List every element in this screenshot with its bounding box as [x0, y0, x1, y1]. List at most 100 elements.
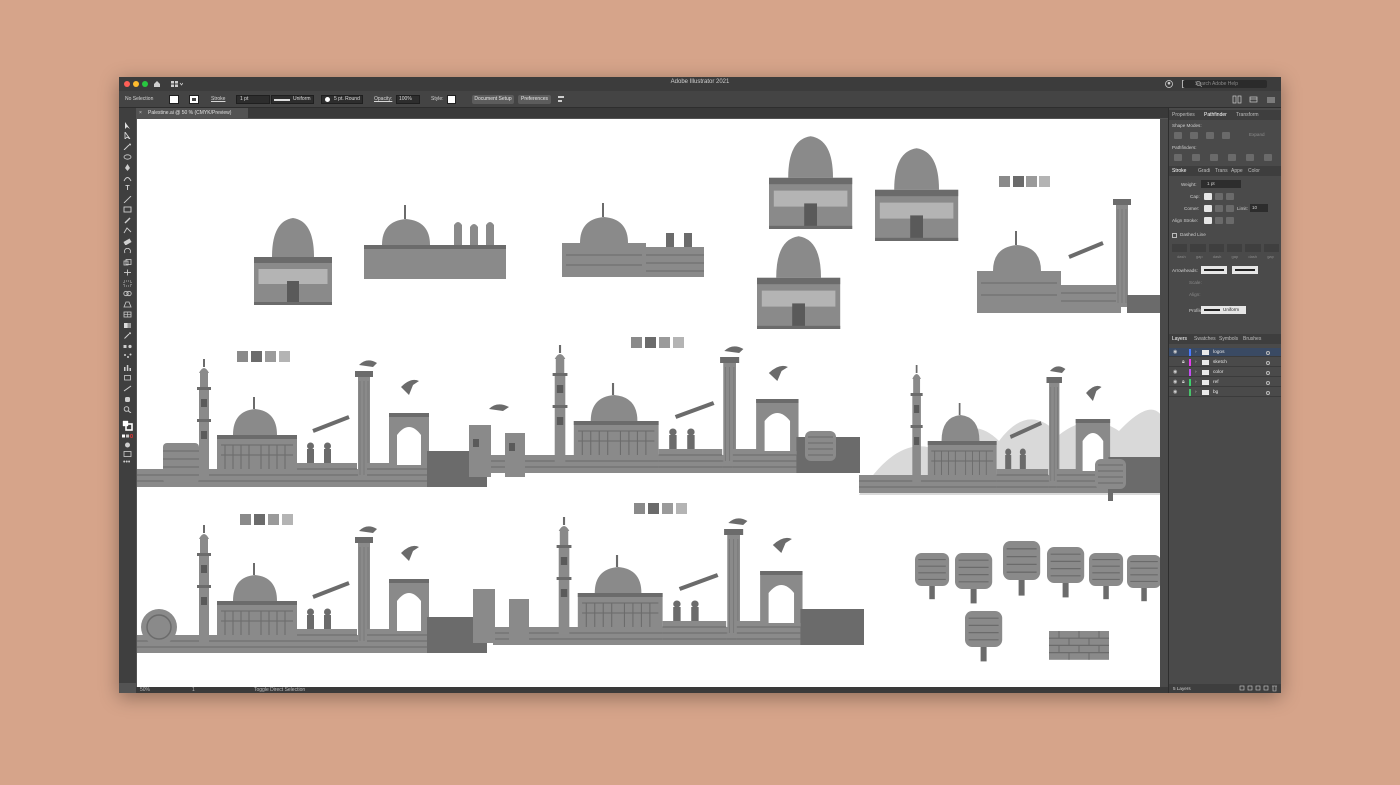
direct-selection-tool-icon[interactable] — [123, 132, 132, 139]
gradient-tool-icon[interactable] — [123, 322, 132, 329]
eyedropper-tool-icon[interactable] — [123, 332, 132, 339]
arrange-icon[interactable] — [1249, 95, 1259, 104]
artboard-tool-icon[interactable] — [123, 374, 132, 381]
lock-icon[interactable]: 🔒︎ — [1182, 359, 1185, 366]
drawing-mode-icon[interactable] — [123, 442, 132, 448]
layer-name[interactable]: logos — [1213, 349, 1224, 356]
expand-chevron-icon[interactable]: › — [1195, 349, 1197, 356]
round-cap-button[interactable] — [1215, 193, 1223, 200]
align-inside-button[interactable] — [1215, 217, 1223, 224]
lasso-tool-icon[interactable] — [123, 154, 132, 161]
dashed-line-checkbox[interactable] — [1172, 233, 1177, 238]
graphic-style-swatch[interactable] — [447, 95, 456, 104]
eraser-tool-icon[interactable] — [123, 238, 132, 245]
target-circle-icon[interactable] — [1266, 390, 1270, 395]
stroke-weight-field[interactable]: 1 pt — [236, 95, 270, 104]
tab-symbols[interactable]: Symbols — [1219, 334, 1238, 344]
magic-wand-tool-icon[interactable] — [123, 143, 132, 150]
column-graph-tool-icon[interactable] — [123, 364, 132, 371]
rectangle-tool-icon[interactable] — [123, 206, 132, 213]
close-tab-icon[interactable]: × — [139, 108, 142, 118]
shape-builder-tool-icon[interactable] — [123, 290, 132, 297]
stroke-label[interactable]: Stroke — [211, 95, 225, 104]
layer-name[interactable]: bg — [1213, 389, 1218, 396]
target-circle-icon[interactable] — [1266, 380, 1270, 385]
fill-swatch[interactable] — [169, 95, 179, 104]
layer-row-sketch[interactable]: 🔒︎ › sketch — [1169, 358, 1281, 367]
align-options-icon[interactable] — [557, 95, 569, 104]
layer-row-ref[interactable]: ◉ 🔒︎ › ref — [1169, 378, 1281, 387]
stroke-swatch[interactable] — [189, 95, 199, 104]
line-segment-tool-icon[interactable] — [123, 196, 132, 203]
unite-button[interactable] — [1174, 132, 1182, 139]
end-arrowhead-select[interactable] — [1232, 266, 1258, 274]
vertical-scrollbar[interactable] — [1160, 119, 1168, 687]
exclude-button[interactable] — [1222, 132, 1230, 139]
tab-transparency[interactable]: Trans — [1215, 166, 1228, 176]
miter-join-button[interactable] — [1204, 205, 1212, 212]
gap-field-3[interactable] — [1263, 244, 1279, 252]
user-account-icon[interactable] — [1165, 80, 1173, 88]
round-join-button[interactable] — [1215, 205, 1223, 212]
tab-appearance[interactable]: Appe — [1231, 166, 1243, 176]
merge-button[interactable] — [1210, 154, 1218, 161]
slice-tool-icon[interactable] — [123, 385, 132, 392]
layer-name[interactable]: color — [1213, 369, 1223, 376]
intersect-button[interactable] — [1206, 132, 1214, 139]
crop-button[interactable] — [1228, 154, 1236, 161]
projecting-cap-button[interactable] — [1226, 193, 1234, 200]
curvature-tool-icon[interactable] — [123, 175, 132, 182]
zoom-tool-icon[interactable] — [123, 406, 132, 413]
distribute-icon[interactable] — [1232, 95, 1242, 104]
align-center-button[interactable] — [1204, 217, 1212, 224]
selection-tool-icon[interactable] — [123, 122, 132, 129]
artboard-navigator[interactable]: 1 — [192, 687, 195, 693]
minus-front-button[interactable] — [1190, 132, 1198, 139]
trim-button[interactable] — [1192, 154, 1200, 161]
panel-menu-icon[interactable] — [1266, 95, 1276, 104]
expand-chevron-icon[interactable]: › — [1195, 369, 1197, 376]
pen-tool-icon[interactable] — [123, 164, 132, 171]
preferences-button[interactable]: Preferences — [518, 95, 551, 104]
symbol-sprayer-tool-icon[interactable] — [123, 353, 132, 360]
document-tab[interactable]: × Palestine.ai @ 50 % (CMYK/Preview) — [136, 108, 248, 118]
type-tool-icon[interactable]: T — [123, 185, 132, 192]
edit-toolbar-icon[interactable]: ••• — [123, 459, 130, 466]
target-circle-icon[interactable] — [1266, 350, 1270, 355]
dash-field-3[interactable] — [1245, 244, 1261, 252]
layer-name[interactable]: ref — [1213, 379, 1219, 386]
visibility-eye-icon[interactable]: ◉ — [1173, 389, 1177, 396]
butt-cap-button[interactable] — [1204, 193, 1212, 200]
screen-mode-icon[interactable] — [123, 451, 132, 457]
opacity-field[interactable]: 100% — [396, 95, 420, 104]
blend-tool-icon[interactable] — [123, 343, 132, 350]
zoom-level[interactable]: 50% — [140, 687, 150, 693]
layer-name[interactable]: sketch — [1213, 359, 1227, 366]
shaper-tool-icon[interactable] — [123, 227, 132, 234]
tab-stroke[interactable]: Stroke — [1172, 166, 1186, 176]
width-tool-icon[interactable] — [123, 269, 132, 276]
rotate-tool-icon[interactable] — [123, 248, 132, 255]
layer-row-bg[interactable]: ◉ › bg — [1169, 388, 1281, 397]
artboard-canvas[interactable] — [137, 119, 1160, 687]
dash-field-2[interactable] — [1208, 244, 1224, 252]
minus-back-button[interactable] — [1264, 154, 1272, 161]
expand-button[interactable]: Expand — [1249, 132, 1265, 137]
visibility-eye-icon[interactable]: ◉ — [1173, 369, 1177, 376]
divide-button[interactable] — [1174, 154, 1182, 161]
tab-brushes[interactable]: Brushes — [1243, 334, 1261, 344]
expand-chevron-icon[interactable]: › — [1195, 389, 1197, 396]
visibility-eye-icon[interactable]: ◉ — [1173, 379, 1177, 386]
scale-tool-icon[interactable] — [123, 259, 132, 266]
gap-field-1[interactable] — [1190, 244, 1206, 252]
hand-tool-icon[interactable] — [123, 395, 132, 402]
paintbrush-tool-icon[interactable] — [123, 217, 132, 224]
layer-row-color[interactable]: ◉ › color — [1169, 368, 1281, 377]
tab-color[interactable]: Color — [1248, 166, 1260, 176]
tab-swatches[interactable]: Swatches — [1194, 334, 1216, 344]
free-transform-tool-icon[interactable] — [123, 280, 132, 287]
tab-layers[interactable]: Layers — [1172, 334, 1187, 344]
expand-chevron-icon[interactable]: › — [1195, 359, 1197, 366]
expand-chevron-icon[interactable]: › — [1195, 379, 1197, 386]
visibility-eye-icon[interactable]: ◉ — [1173, 349, 1177, 356]
